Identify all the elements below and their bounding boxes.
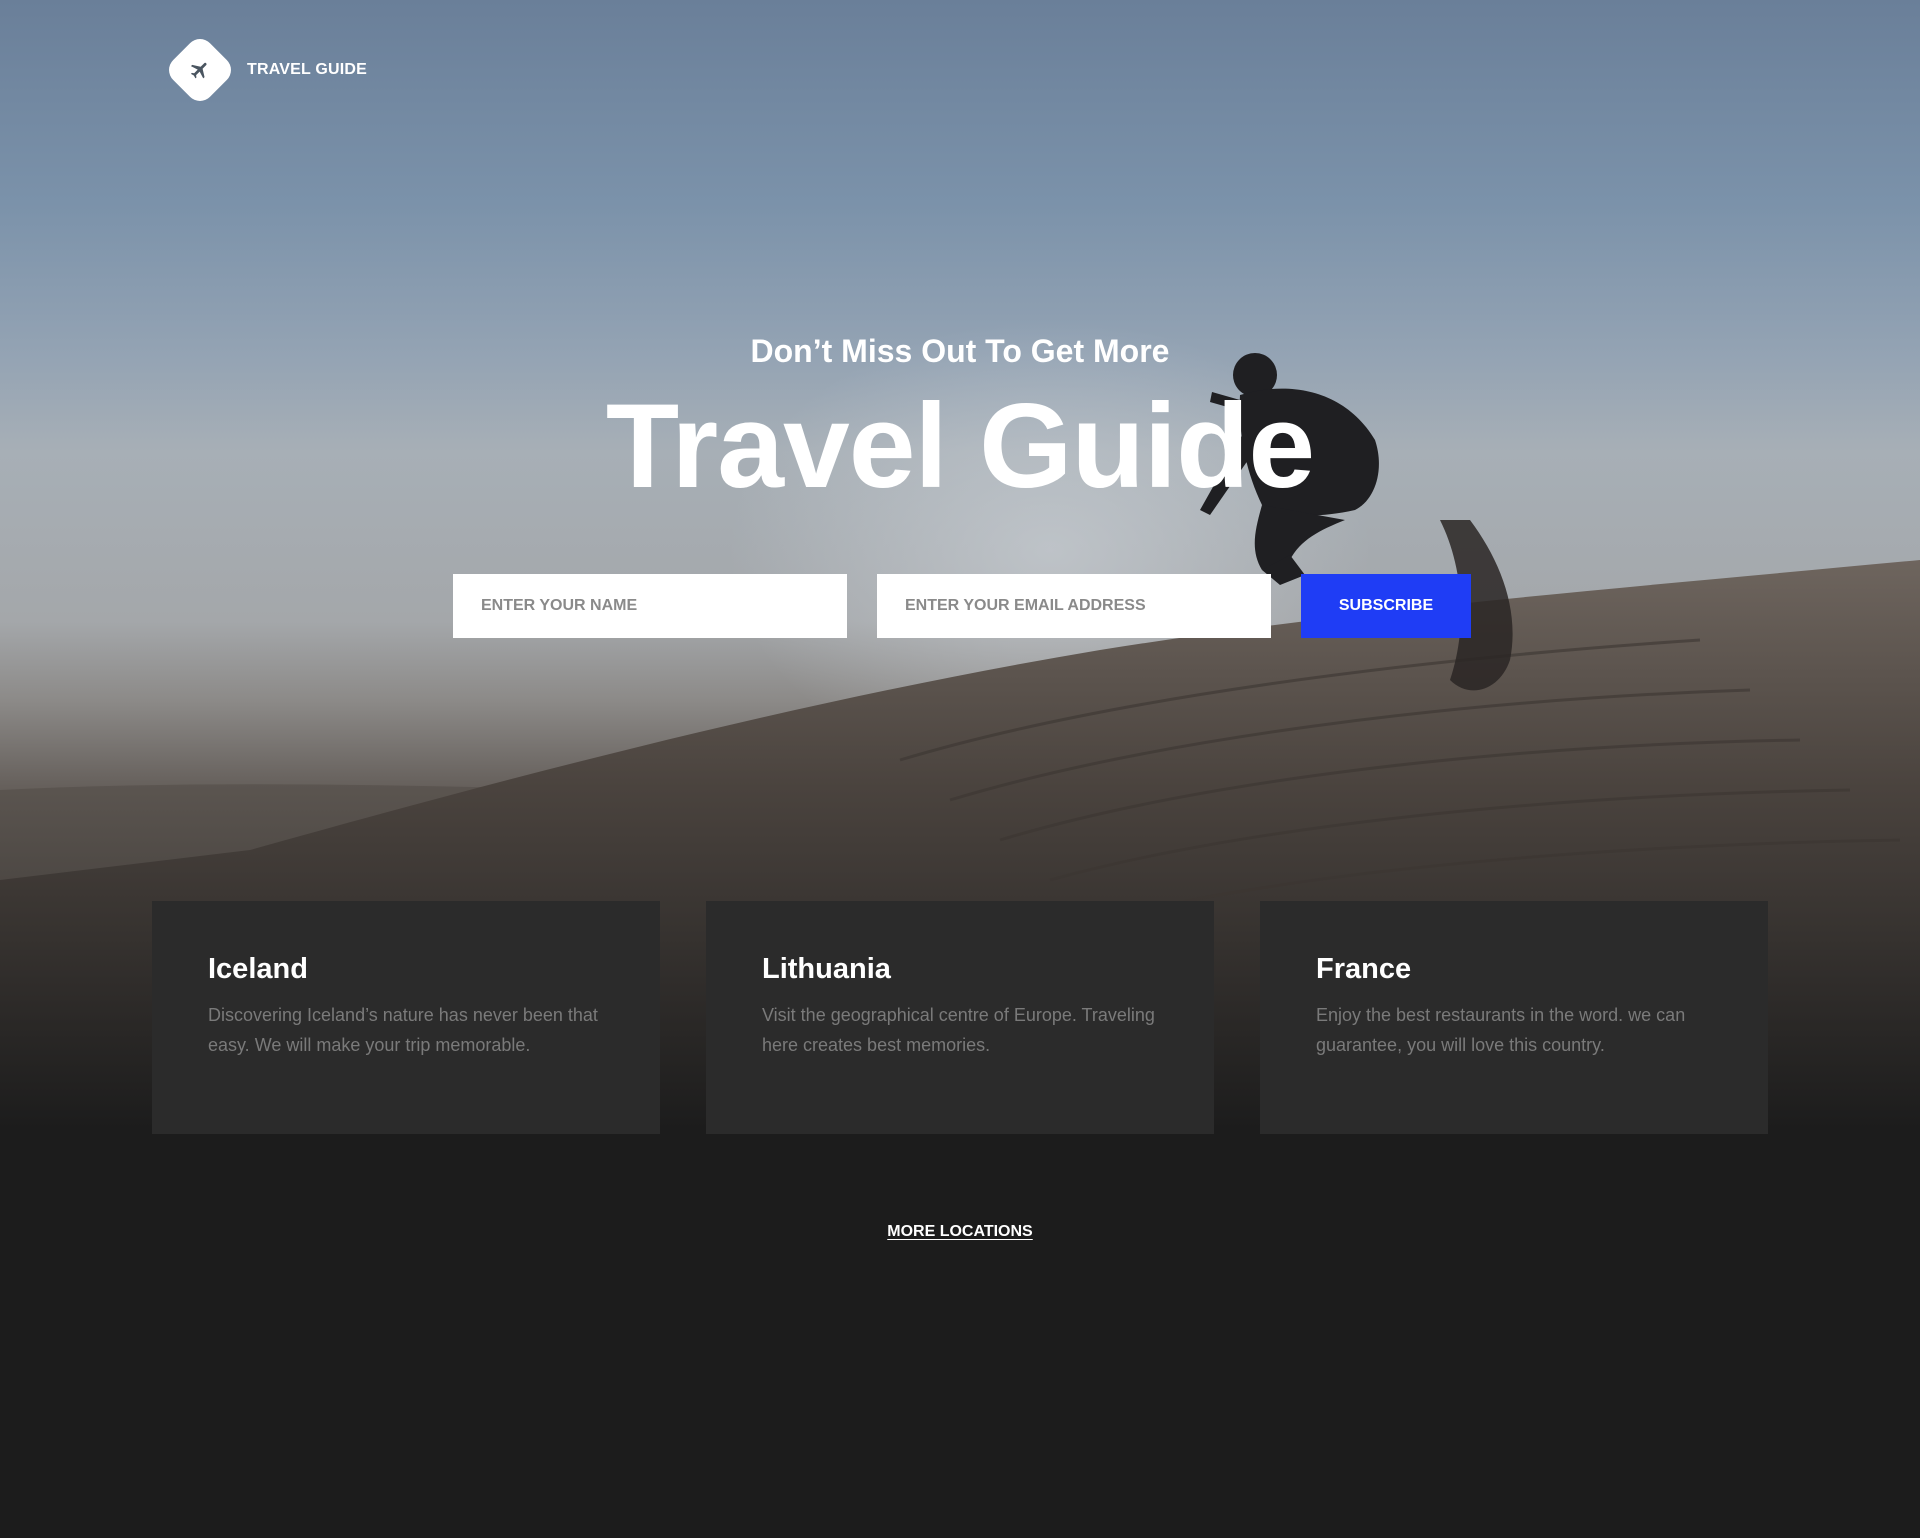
subscribe-button[interactable]: SUBSCRIBE	[1301, 574, 1471, 638]
brand-name: TRAVEL GUIDE	[247, 61, 368, 78]
location-card-title: France	[1316, 953, 1412, 985]
more-locations: MORE LOCATIONS	[0, 1223, 1920, 1241]
hero-subtitle: Don’t Miss Out To Get More	[750, 333, 1170, 369]
hero-title: Travel Guide	[605, 379, 1315, 513]
location-card-title: Lithuania	[762, 953, 891, 985]
airplane-icon	[190, 62, 207, 79]
more-locations-link[interactable]: MORE LOCATIONS	[887, 1223, 1032, 1240]
location-card-iceland[interactable]: Iceland Discovering Iceland’s nature has…	[152, 901, 660, 1134]
location-card-description: Visit the geographical centre of Europe.…	[762, 1005, 1155, 1055]
location-card-description: Enjoy the best restaurants in the word. …	[1316, 1005, 1686, 1055]
location-card-lithuania[interactable]: Lithuania Visit the geographical centre …	[706, 901, 1214, 1134]
email-input[interactable]	[877, 574, 1271, 638]
name-input[interactable]	[453, 574, 847, 638]
brand-logo	[163, 33, 237, 107]
location-card-title: Iceland	[208, 953, 308, 985]
location-card-description: Discovering Iceland’s nature has never b…	[208, 1005, 598, 1055]
brand[interactable]: TRAVEL GUIDE	[163, 33, 368, 107]
location-card-france[interactable]: France Enjoy the best restaurants in the…	[1260, 901, 1768, 1134]
